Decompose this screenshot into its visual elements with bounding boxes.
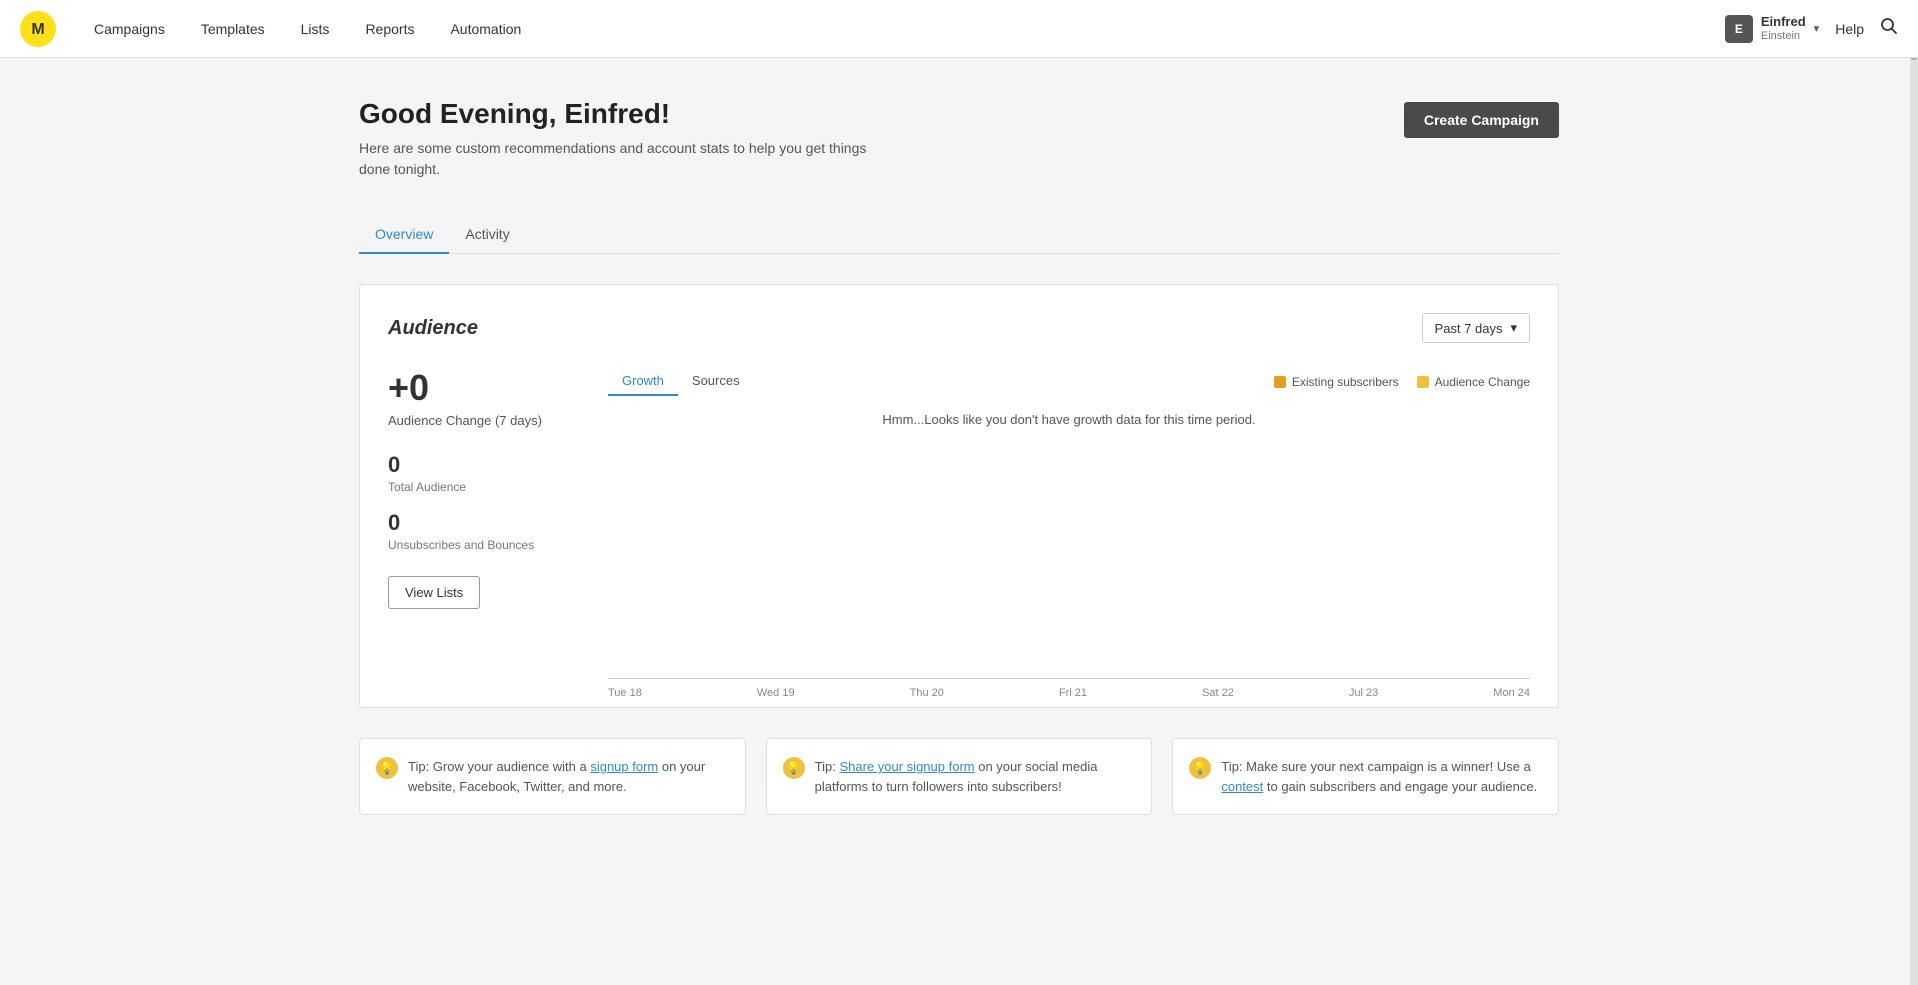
x-label-5: Jul 23 bbox=[1349, 687, 1378, 699]
help-link[interactable]: Help bbox=[1835, 21, 1864, 37]
tip-prefix-2: Tip: Make sure your next campaign is a w… bbox=[1221, 759, 1531, 774]
legend-existing-subscribers: Existing subscribers bbox=[1274, 375, 1399, 389]
tip-icon-0: 💡 bbox=[376, 757, 398, 779]
logo[interactable]: M bbox=[20, 11, 56, 47]
audience-change-value: +0 bbox=[388, 367, 580, 409]
chart-x-axis: Tue 18 Wed 19 Thu 20 Fri 21 Sat 22 Jul 2… bbox=[608, 678, 1530, 707]
legend-existing-label: Existing subscribers bbox=[1292, 375, 1399, 389]
header-text: Good Evening, Einfred! Here are some cus… bbox=[359, 98, 879, 180]
x-label-0: Tue 18 bbox=[608, 687, 642, 699]
chart-no-data-message: Hmm...Looks like you don't have growth d… bbox=[882, 412, 1255, 467]
user-info: Einfred Einstein bbox=[1761, 14, 1806, 43]
chart-tabs: Growth Sources Existing subscribers Audi… bbox=[608, 367, 1530, 396]
audience-stats: +0 Audience Change (7 days) 0 Total Audi… bbox=[388, 367, 608, 707]
page-title: Good Evening, Einfred! bbox=[359, 98, 879, 130]
user-menu[interactable]: E Einfred Einstein ▾ bbox=[1725, 14, 1819, 43]
x-label-2: Thu 20 bbox=[910, 687, 944, 699]
total-audience-stat: 0 Total Audience bbox=[388, 452, 580, 494]
chart-legend: Existing subscribers Audience Change bbox=[1274, 375, 1530, 389]
unsub-bounces-value: 0 bbox=[388, 510, 580, 536]
tip-suffix-2: to gain subscribers and engage your audi… bbox=[1263, 779, 1537, 794]
chart-area: Growth Sources Existing subscribers Audi… bbox=[608, 367, 1530, 707]
audience-change-label: Audience Change (7 days) bbox=[388, 413, 580, 428]
create-campaign-button[interactable]: Create Campaign bbox=[1404, 102, 1559, 138]
tip-prefix-1: Tip: bbox=[815, 759, 840, 774]
chevron-down-icon: ▾ bbox=[1814, 22, 1820, 35]
tip-icon-1: 💡 bbox=[783, 757, 805, 779]
tab-overview[interactable]: Overview bbox=[359, 216, 449, 254]
unsub-bounces-stat: 0 Unsubscribes and Bounces bbox=[388, 510, 580, 552]
nav-lists[interactable]: Lists bbox=[283, 0, 348, 58]
tabs-bar: Overview Activity bbox=[359, 216, 1559, 254]
chart-tab-growth[interactable]: Growth bbox=[608, 367, 678, 396]
chart-tab-sources[interactable]: Sources bbox=[678, 367, 754, 396]
svg-text:M: M bbox=[31, 21, 44, 38]
x-label-6: Mon 24 bbox=[1493, 687, 1530, 699]
main-content: Good Evening, Einfred! Here are some cus… bbox=[329, 58, 1589, 855]
nav-templates[interactable]: Templates bbox=[183, 0, 283, 58]
nav-campaigns[interactable]: Campaigns bbox=[76, 0, 183, 58]
navbar-right: E Einfred Einstein ▾ Help bbox=[1725, 14, 1898, 43]
chart-content: Hmm...Looks like you don't have growth d… bbox=[608, 412, 1530, 707]
navbar: M Campaigns Templates Lists Reports Auto… bbox=[0, 0, 1918, 58]
nav-reports[interactable]: Reports bbox=[347, 0, 432, 58]
page-header: Good Evening, Einfred! Here are some cus… bbox=[359, 98, 1559, 180]
x-label-4: Sat 22 bbox=[1202, 687, 1234, 699]
total-audience-label: Total Audience bbox=[388, 480, 580, 494]
tip-card-2: 💡 Tip: Make sure your next campaign is a… bbox=[1172, 738, 1559, 815]
period-label: Past 7 days bbox=[1435, 321, 1503, 336]
chart-tab-links: Growth Sources bbox=[608, 367, 754, 396]
search-icon[interactable] bbox=[1880, 17, 1898, 40]
tip-link-1[interactable]: Share your signup form bbox=[839, 759, 974, 774]
total-audience-value: 0 bbox=[388, 452, 580, 478]
tips-section: 💡 Tip: Grow your audience with a signup … bbox=[359, 738, 1559, 815]
tip-prefix-0: Tip: Grow your audience with a bbox=[408, 759, 590, 774]
audience-body: +0 Audience Change (7 days) 0 Total Audi… bbox=[388, 367, 1530, 707]
audience-title: Audience bbox=[388, 317, 478, 340]
user-sub: Einstein bbox=[1761, 30, 1806, 43]
tip-card-0: 💡 Tip: Grow your audience with a signup … bbox=[359, 738, 746, 815]
unsub-bounces-label: Unsubscribes and Bounces bbox=[388, 538, 580, 552]
audience-section: Audience Past 7 days ▾ +0 Audience Chang… bbox=[359, 284, 1559, 708]
legend-audience-change: Audience Change bbox=[1417, 375, 1530, 389]
legend-change-label: Audience Change bbox=[1435, 375, 1530, 389]
dropdown-chevron-icon: ▾ bbox=[1510, 320, 1517, 336]
tip-link-0[interactable]: signup form bbox=[590, 759, 658, 774]
nav-links: Campaigns Templates Lists Reports Automa… bbox=[76, 0, 1725, 58]
audience-header: Audience Past 7 days ▾ bbox=[388, 313, 1530, 343]
legend-existing-dot bbox=[1274, 376, 1286, 388]
user-name: Einfred bbox=[1761, 14, 1806, 30]
tip-card-1: 💡 Tip: Share your signup form on your so… bbox=[766, 738, 1153, 815]
tip-icon-2: 💡 bbox=[1189, 757, 1211, 779]
legend-change-dot bbox=[1417, 376, 1429, 388]
tip-link-2[interactable]: contest bbox=[1221, 779, 1263, 794]
x-label-3: Fri 21 bbox=[1059, 687, 1087, 699]
user-avatar: E bbox=[1725, 15, 1753, 43]
scrollbar[interactable] bbox=[1910, 0, 1918, 985]
tab-activity[interactable]: Activity bbox=[449, 216, 525, 254]
view-lists-button[interactable]: View Lists bbox=[388, 576, 480, 609]
x-label-1: Wed 19 bbox=[757, 687, 795, 699]
nav-automation[interactable]: Automation bbox=[432, 0, 539, 58]
page-subtitle: Here are some custom recommendations and… bbox=[359, 138, 879, 180]
period-dropdown[interactable]: Past 7 days ▾ bbox=[1422, 313, 1530, 343]
